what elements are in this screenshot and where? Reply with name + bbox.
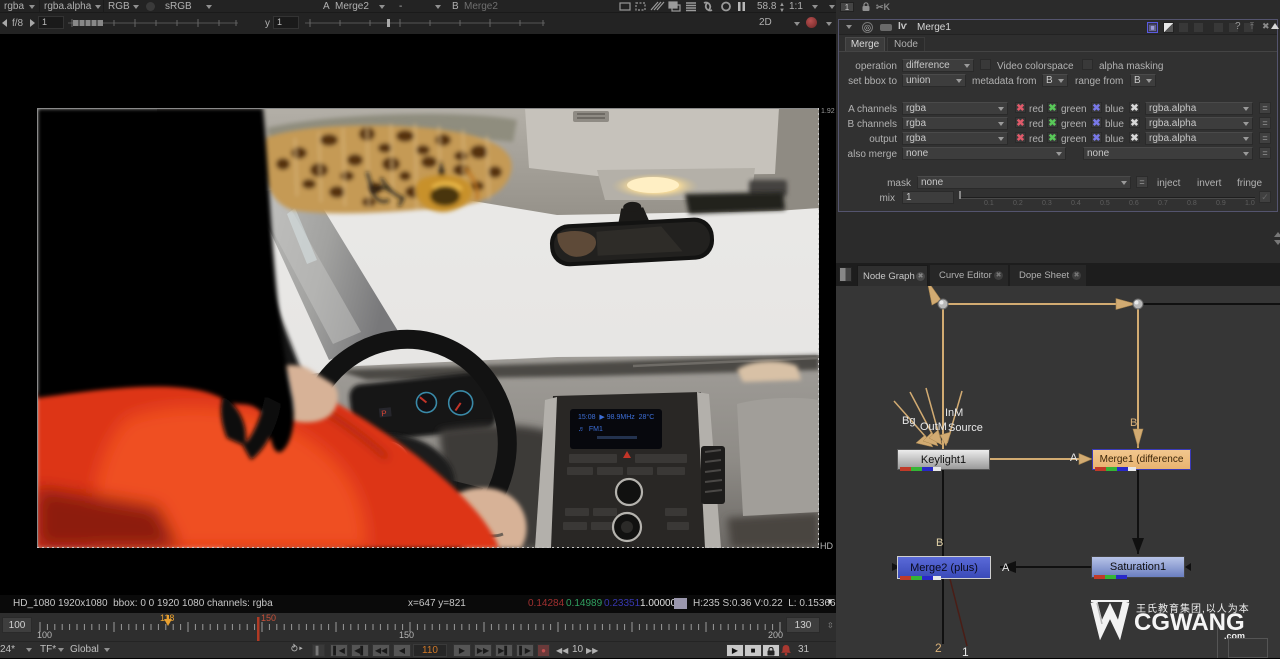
svg-text:P: P	[381, 409, 387, 419]
svg-text:♬ FM1: ♬ FM1	[578, 426, 603, 433]
svg-text:15:08 ▶ 98.9MHz 28°C: 15:08 ▶ 98.9MHz 28°C	[578, 413, 654, 421]
